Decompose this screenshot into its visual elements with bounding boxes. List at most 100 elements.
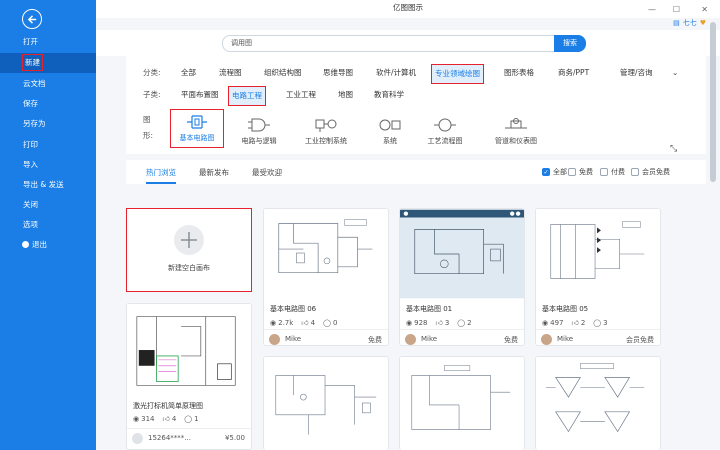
sidebar-item-new[interactable]: 新建 xyxy=(0,53,96,73)
subcategory-floor-plan[interactable]: 平面布置图 xyxy=(181,87,219,103)
search-input[interactable]: 调用图 xyxy=(222,35,556,52)
author-name[interactable]: Mike xyxy=(285,335,301,343)
eye-icon: ◉ xyxy=(406,318,413,327)
subcategory-map[interactable]: 地图 xyxy=(338,87,353,103)
close-button[interactable]: ✕ xyxy=(701,2,708,18)
maximize-button[interactable]: ☐ xyxy=(673,2,680,18)
category-graphic-table[interactable]: 图形表格 xyxy=(504,65,534,81)
shape-process-flow[interactable]: 工艺流程图 xyxy=(420,116,470,152)
minimize-button[interactable]: — xyxy=(648,2,656,18)
sidebar-item-exit[interactable]: 退出 xyxy=(0,235,96,255)
shape-basic-circuit[interactable]: 基本电路图 xyxy=(170,109,224,148)
sidebar-item-cloud[interactable]: 云文档 xyxy=(0,74,96,94)
filter-member-free-checkbox[interactable]: 会员免费 xyxy=(631,167,670,177)
sidebar-item-options[interactable]: 选项 xyxy=(0,215,96,235)
card-title: 基本电路图 01 xyxy=(406,305,453,313)
sidebar-item-print[interactable]: 打印 xyxy=(0,135,96,155)
sidebar-item-save[interactable]: 保存 xyxy=(0,94,96,114)
sidebar-item-import[interactable]: 导入 xyxy=(0,155,96,175)
avatar[interactable] xyxy=(269,334,280,345)
category-professional[interactable]: 专业领域绘图 xyxy=(431,64,484,84)
category-management[interactable]: 管理/咨询 xyxy=(620,65,653,81)
subcategory-electrical[interactable]: 电路工程 xyxy=(228,86,266,106)
sidebar-item-save-as[interactable]: 另存为 xyxy=(0,114,96,134)
category-key: 分类: xyxy=(143,68,161,77)
circuit-icon xyxy=(187,115,207,129)
likes-stat[interactable]: 👍︎ 3 xyxy=(435,318,449,328)
thumb-up-icon: 👍︎ xyxy=(435,319,443,327)
filter-free-checkbox[interactable]: 免费 xyxy=(568,167,593,177)
avatar[interactable] xyxy=(132,433,143,444)
sidebar-item-label: 选项 xyxy=(23,220,38,229)
price-badge: ¥5.00 xyxy=(224,434,245,442)
comments-stat[interactable]: ◯ 1 xyxy=(184,414,198,423)
category-all[interactable]: 全部 xyxy=(181,65,196,81)
thumb-up-icon: 👍︎ xyxy=(571,319,579,327)
sidebar-item-open[interactable]: 打开 xyxy=(0,32,96,52)
views-count: 928 xyxy=(414,318,428,327)
collapse-icon[interactable]: ⤡ xyxy=(670,144,677,154)
avatar[interactable] xyxy=(541,334,552,345)
avatar[interactable] xyxy=(405,334,416,345)
filter-all-checkbox[interactable]: ✓ 全部 xyxy=(542,167,567,177)
sidebar-item-close[interactable]: 关闭 xyxy=(0,195,96,215)
category-business-ppt[interactable]: 商务/PPT xyxy=(558,65,589,81)
search-button[interactable]: 搜索 xyxy=(554,35,586,52)
template-thumbnail xyxy=(264,209,388,299)
template-card[interactable] xyxy=(399,356,525,450)
chevron-down-icon[interactable]: ⌄ xyxy=(672,65,678,81)
filter-paid-checkbox[interactable]: 付费 xyxy=(600,167,625,177)
category-software[interactable]: 软件/计算机 xyxy=(376,65,416,81)
user-area[interactable]: ▤ 七七 ♥ xyxy=(673,18,706,28)
author-name[interactable]: Mike xyxy=(421,335,437,343)
card-stats: ◉ 497 👍︎ 2 ◯ 3 xyxy=(542,318,608,328)
control-system-icon xyxy=(315,119,337,132)
comment-icon: ◯ xyxy=(184,414,193,423)
views-count: 314 xyxy=(141,414,155,423)
comments-stat[interactable]: ◯ 3 xyxy=(593,318,607,327)
scrollbar[interactable] xyxy=(710,22,716,182)
sidebar-item-label: 打印 xyxy=(23,140,38,149)
likes-count: 4 xyxy=(310,318,316,327)
comments-count: 1 xyxy=(194,414,199,423)
template-card[interactable] xyxy=(535,356,661,450)
logic-gate-icon xyxy=(248,118,270,132)
likes-stat[interactable]: 👍︎ 2 xyxy=(571,318,585,328)
comment-icon: ◯ xyxy=(323,318,331,327)
template-thumbnail xyxy=(536,209,660,299)
checkbox-box xyxy=(631,168,639,176)
category-mind-map[interactable]: 思维导图 xyxy=(323,65,353,81)
template-thumbnail xyxy=(264,357,388,447)
sidebar-item-export[interactable]: 导出 & 发送 xyxy=(0,175,96,195)
likes-stat[interactable]: 👍︎ 4 xyxy=(301,318,316,328)
shape-piping-instrument[interactable]: 管道和仪表图 xyxy=(481,116,551,152)
author-name[interactable]: 15264****... xyxy=(148,434,191,442)
new-blank-canvas[interactable]: 新建空白画布 xyxy=(126,208,252,292)
category-org-chart[interactable]: 组织结构图 xyxy=(264,65,302,81)
shape-label: 系统 xyxy=(383,137,397,145)
subcategory-education[interactable]: 教育科学 xyxy=(374,87,404,103)
template-card[interactable] xyxy=(263,356,389,450)
subcategory-industrial[interactable]: 工业工程 xyxy=(286,87,316,103)
comments-stat[interactable]: ◯ 0 xyxy=(323,318,337,327)
tab-hot[interactable]: 热门浏览 xyxy=(146,167,176,184)
views-count: 497 xyxy=(550,318,564,327)
tab-latest[interactable]: 最新发布 xyxy=(199,167,229,178)
back-button[interactable] xyxy=(22,9,42,29)
comments-stat[interactable]: ◯ 2 xyxy=(457,318,471,327)
tab-popular[interactable]: 最受欢迎 xyxy=(252,167,282,178)
likes-stat[interactable]: 👍︎ 4 xyxy=(162,414,176,424)
category-flowchart[interactable]: 流程图 xyxy=(219,65,242,81)
author-name[interactable]: Mike xyxy=(557,335,573,343)
card-stats: ◉ 2.7k 👍︎ 4 ◯ 0 xyxy=(270,318,337,328)
template-card[interactable]: 基本电路图 01 ◉ 928 👍︎ 3 ◯ 2 Mike 免费 xyxy=(399,208,525,346)
shape-circuit-logic[interactable]: 电路与逻辑 xyxy=(234,116,284,152)
shape-system[interactable]: 系统 xyxy=(370,116,410,152)
template-card[interactable]: 基本电路图 06 ◉ 2.7k 👍︎ 4 ◯ 0 Mike 免费 xyxy=(263,208,389,346)
message-icon[interactable]: ▤ xyxy=(673,19,680,27)
shape-industrial-control[interactable]: 工业控制系统 xyxy=(296,116,356,152)
sidebar-item-label: 另存为 xyxy=(23,119,46,128)
template-card[interactable]: 基本电路图 05 ◉ 497 👍︎ 2 ◯ 3 Mike 会员免费 xyxy=(535,208,661,346)
template-card[interactable]: 激光打标机简单原理图 ◉ 314 👍︎ 4 ◯ 1 15264****... ¥5.0… xyxy=(126,303,252,450)
sort-tabs: 热门浏览 最新发布 最受欢迎 ✓ 全部 免费 付费 会员免费 xyxy=(126,160,706,184)
